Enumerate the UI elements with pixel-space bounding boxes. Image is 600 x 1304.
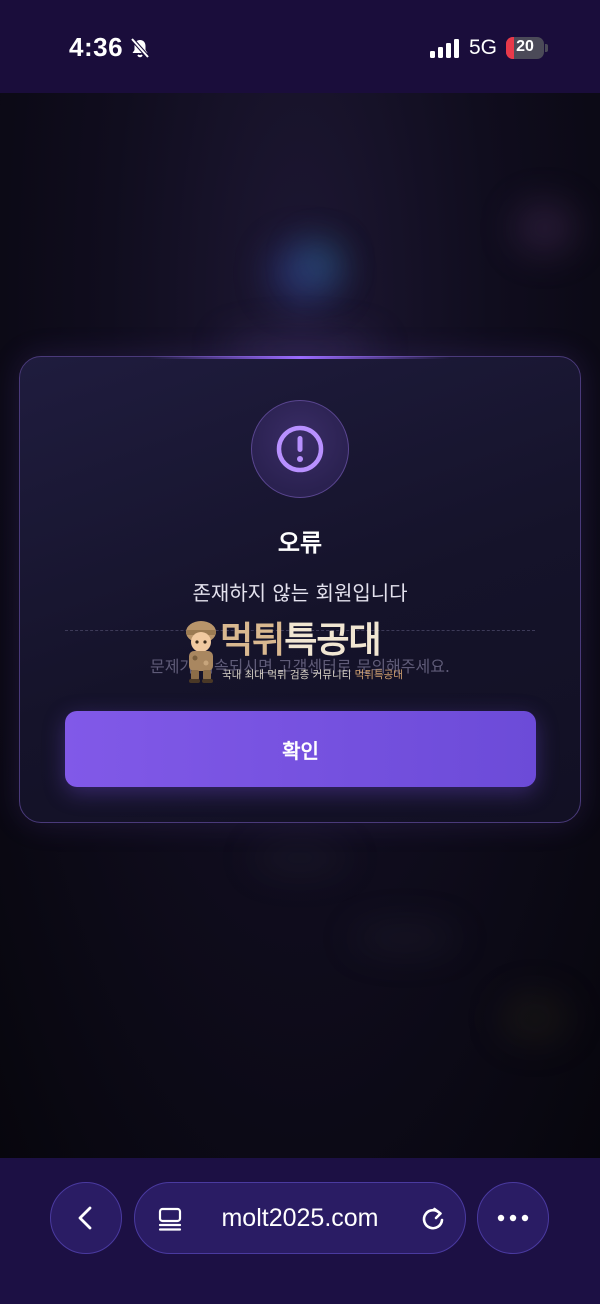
more-horizontal-icon <box>497 1214 529 1222</box>
status-bar: 4:36 5G 20 <box>0 0 600 93</box>
battery-level: 20 <box>516 38 534 55</box>
exclamation-circle-icon <box>276 425 324 473</box>
watermark-title-part-b: 특공대 <box>284 620 381 661</box>
back-button[interactable] <box>50 1182 122 1254</box>
watermark-subtitle-accent: 먹튀특공대 <box>354 669 403 681</box>
alert-badge <box>251 400 349 498</box>
bell-muted-icon <box>130 37 150 59</box>
more-button[interactable] <box>477 1182 549 1254</box>
soldier-mascot-icon <box>186 621 216 683</box>
address-bar[interactable]: molt2025.com <box>134 1182 466 1254</box>
status-time: 4:36 <box>69 32 124 62</box>
watermark-logo: 먹튀특공대 국내 최대 먹튀 검증 커뮤니티 먹튀특공대 <box>180 618 430 688</box>
battery-icon: 20 <box>506 37 544 59</box>
dialog-top-glow <box>150 356 450 359</box>
watermark-title: 먹튀특공대 <box>220 618 382 664</box>
watermark-subtitle-text: 국내 최대 먹튀 검증 커뮤니티 <box>222 669 352 681</box>
dialog-title: 오류 <box>277 529 323 557</box>
error-dialog: 오류 존재하지 않는 회원입니다 문제가 지속되시면 고객센터로 문의해주세요.… <box>19 356 581 823</box>
battery-tip <box>545 44 548 52</box>
chevron-left-icon <box>78 1206 92 1230</box>
watermark-subtitle: 국내 최대 먹튀 검증 커뮤니티 먹튀특공대 <box>222 667 403 682</box>
watermark-title-part-a: 먹튀 <box>220 620 285 661</box>
dialog-message: 존재하지 않는 회원입니다 <box>192 581 408 605</box>
confirm-button[interactable]: 확인 <box>65 711 536 787</box>
signal-icon <box>430 39 459 58</box>
network-label: 5G <box>469 36 498 59</box>
reload-icon[interactable] <box>419 1205 447 1233</box>
url-text[interactable]: molt2025.com <box>135 1204 465 1233</box>
